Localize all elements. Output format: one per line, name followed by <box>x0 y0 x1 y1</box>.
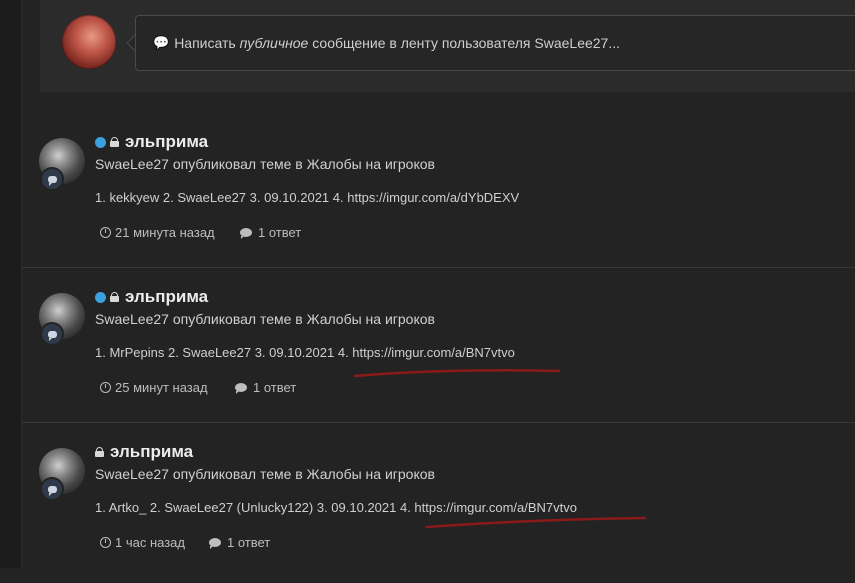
item-subtitle[interactable]: SwaeLee27 опубликовал теме в Жалобы на и… <box>95 156 435 172</box>
current-user-avatar[interactable] <box>62 15 116 69</box>
online-status-icon <box>95 291 106 303</box>
lock-icon <box>95 447 104 457</box>
time-label: 25 минут назад <box>115 380 208 395</box>
status-input-placeholder: Написать публичное сообщение в ленту пол… <box>174 35 621 51</box>
item-time[interactable]: 25 минут назад <box>100 380 208 395</box>
replies-label: 1 ответ <box>227 535 271 550</box>
item-replies[interactable]: 1 ответ <box>209 535 270 550</box>
lock-icon <box>110 137 119 147</box>
item-title: эльприма <box>95 132 208 152</box>
time-label: 21 минута назад <box>115 225 215 240</box>
red-underline-annotation <box>353 368 561 378</box>
divider <box>22 422 855 423</box>
lock-icon <box>110 292 119 302</box>
item-subtitle[interactable]: SwaeLee27 опубликовал теме в Жалобы на и… <box>95 466 435 482</box>
comment-icon <box>240 228 252 239</box>
item-title: эльприма <box>95 287 208 307</box>
item-time[interactable]: 1 час назад <box>100 535 185 550</box>
item-subtitle[interactable]: SwaeLee27 опубликовал теме в Жалобы на и… <box>95 311 435 327</box>
comment-icon <box>209 538 221 549</box>
replies-label: 1 ответ <box>258 225 302 240</box>
item-replies[interactable]: 1 ответ <box>240 225 301 240</box>
item-body: 1. MrPepins 2. SwaeLee27 3. 09.10.2021 4… <box>95 345 515 360</box>
username-link[interactable]: эльприма <box>110 442 193 462</box>
status-composer: 💬 Написать публичное сообщение в ленту п… <box>40 0 855 92</box>
status-input[interactable]: 💬 Написать публичное сообщение в ленту п… <box>135 15 855 71</box>
left-gutter <box>0 0 21 568</box>
clock-icon <box>100 227 111 238</box>
comment-icon <box>235 383 247 394</box>
clock-icon <box>100 537 111 548</box>
comment-badge-icon <box>40 322 64 346</box>
activity-item: эльприма SwaeLee27 опубликовал теме в Жа… <box>22 428 855 583</box>
divider <box>22 267 855 268</box>
activity-item: эльприма SwaeLee27 опубликовал теме в Жа… <box>22 118 855 273</box>
item-title: эльприма <box>95 442 193 462</box>
activity-item: эльприма SwaeLee27 опубликовал теме в Жа… <box>22 273 855 428</box>
item-replies[interactable]: 1 ответ <box>235 380 296 395</box>
item-time[interactable]: 21 минута назад <box>100 225 215 240</box>
red-underline-annotation <box>425 516 647 529</box>
comment-badge-icon <box>40 167 64 191</box>
comment-badge-icon <box>40 477 64 501</box>
time-label: 1 час назад <box>115 535 185 550</box>
username-link[interactable]: эльприма <box>125 132 208 152</box>
comment-icon: 💬 <box>153 35 170 50</box>
clock-icon <box>100 382 111 393</box>
item-body: 1. Artko_ 2. SwaeLee27 (Unlucky122) 3. 0… <box>95 500 577 515</box>
item-body: 1. kekkyew 2. SwaeLee27 3. 09.10.2021 4.… <box>95 190 520 205</box>
replies-label: 1 ответ <box>253 380 297 395</box>
online-status-icon <box>95 136 106 148</box>
username-link[interactable]: эльприма <box>125 287 208 307</box>
